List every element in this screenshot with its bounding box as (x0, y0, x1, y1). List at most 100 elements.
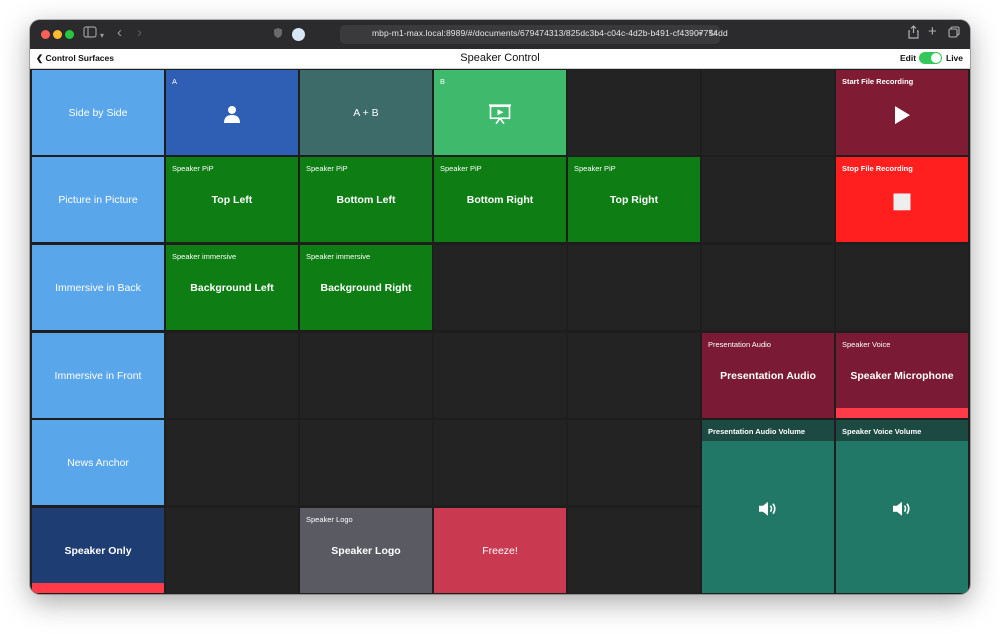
speaker-voice-volume-header: Speaker Voice Volume (836, 420, 968, 441)
pip-bottom-left-sublabel: Speaker PiP (306, 164, 348, 173)
empty-slot (434, 333, 566, 418)
side-by-side-button[interactable]: Side by Side (32, 70, 164, 155)
source-a-button[interactable]: A (166, 70, 298, 155)
empty-slot (300, 333, 432, 418)
pip-bottom-left-label: Bottom Left (336, 193, 396, 206)
toggle-knob (931, 53, 941, 63)
immersive-in-back-button[interactable]: Immersive in Back (32, 245, 164, 330)
empty-slot (568, 508, 700, 593)
edit-label: Edit (900, 53, 917, 63)
picture-in-picture-button[interactable]: Picture in Picture (32, 157, 164, 242)
empty-slot (568, 333, 700, 418)
speaker-volume-icon (758, 500, 778, 521)
browser-titlebar: ▾ ‹ › mbp-m1-max.local:8989/#/documents/… (30, 20, 970, 49)
stop-icon (893, 192, 911, 215)
speaker-logo-label: Speaker Logo (331, 544, 401, 557)
address-bar[interactable]: mbp-m1-max.local:8989/#/documents/679474… (292, 25, 728, 44)
person-icon (224, 104, 240, 127)
empty-slot (702, 157, 834, 242)
empty-slot (166, 420, 298, 505)
empty-slot (166, 508, 298, 593)
edit-live-toggle[interactable] (919, 52, 942, 64)
news-anchor-button[interactable]: News Anchor (32, 420, 164, 505)
privacy-shield-icon[interactable] (273, 27, 283, 43)
presentation-icon (489, 103, 511, 129)
source-a-label: A (172, 77, 178, 86)
presentation-audio-button[interactable]: Presentation Audio Presentation Audio (702, 333, 834, 418)
back-arrow-icon[interactable]: ‹ (117, 25, 122, 41)
pip-top-right-sublabel: Speaker PiP (574, 164, 616, 173)
freeze-label: Freeze! (482, 544, 518, 557)
background-left-sublabel: Speaker immersive (172, 252, 237, 261)
side-by-side-label: Side by Side (68, 106, 128, 119)
speaker-logo-sublabel: Speaker Logo (306, 515, 353, 524)
news-anchor-label: News Anchor (67, 456, 129, 469)
play-icon (894, 105, 910, 129)
background-right-sublabel: Speaker immersive (306, 252, 371, 261)
pip-top-left-sublabel: Speaker PiP (172, 164, 214, 173)
immersive-in-front-button[interactable]: Immersive in Front (32, 333, 164, 418)
pip-bottom-right-button[interactable]: Speaker PiP Bottom Right (434, 157, 566, 242)
speaker-logo-button[interactable]: Speaker Logo Speaker Logo (300, 508, 432, 593)
background-left-label: Background Left (190, 281, 274, 294)
source-b-button[interactable]: B (434, 70, 566, 155)
pip-bottom-left-button[interactable]: Speaker PiP Bottom Left (300, 157, 432, 242)
presentation-volume-label: Presentation Audio Volume (708, 427, 806, 436)
start-file-recording-button[interactable]: Start File Recording (836, 70, 968, 155)
page-title: Speaker Control (460, 52, 540, 64)
speaker-voice-volume-label: Speaker Voice Volume (842, 427, 922, 436)
minimize-window-button[interactable] (53, 30, 62, 39)
reload-icon[interactable]: ↻ (709, 28, 717, 39)
immersive-in-back-label: Immersive in Back (55, 281, 141, 294)
presentation-volume-header: Presentation Audio Volume (702, 420, 834, 441)
empty-slot (434, 420, 566, 505)
url-text[interactable]: mbp-m1-max.local:8989/#/documents/679474… (372, 28, 728, 38)
close-window-button[interactable] (41, 30, 50, 39)
empty-slot (568, 420, 700, 505)
speaker-volume-icon (892, 500, 912, 521)
pip-top-right-button[interactable]: Speaker PiP Top Right (568, 157, 700, 242)
active-indicator-bar (836, 408, 968, 418)
tab-overview-icon[interactable] (948, 26, 960, 42)
live-label: Live (946, 53, 964, 63)
presentation-audio-sublabel: Presentation Audio (708, 340, 771, 349)
empty-slot (568, 245, 700, 330)
background-right-label: Background Right (320, 281, 412, 294)
speaker-voice-volume-slider[interactable]: Speaker Voice Volume (836, 420, 968, 593)
empty-slot (300, 420, 432, 505)
browser-window: ▾ ‹ › mbp-m1-max.local:8989/#/documents/… (30, 20, 970, 594)
stop-file-recording-button[interactable]: Stop File Recording (836, 157, 968, 242)
app-header: ❮ Control Surfaces Speaker Control Edit … (30, 49, 970, 69)
freeze-button[interactable]: Freeze! (434, 508, 566, 593)
speaker-microphone-button[interactable]: Speaker Voice Speaker Microphone (836, 333, 968, 418)
empty-slot (702, 70, 834, 155)
a-plus-b-button[interactable]: A + B (300, 70, 432, 155)
pip-top-left-button[interactable]: Speaker PiP Top Left (166, 157, 298, 242)
extension-icon[interactable]: ⚭ (697, 29, 704, 38)
new-tab-icon[interactable]: + (928, 24, 937, 40)
share-icon[interactable] (908, 25, 919, 43)
speaker-only-label: Speaker Only (64, 544, 132, 557)
background-right-button[interactable]: Speaker immersive Background Right (300, 245, 432, 330)
pip-top-right-label: Top Right (609, 193, 659, 206)
presentation-audio-label: Presentation Audio (720, 369, 816, 382)
presentation-audio-volume-slider[interactable]: Presentation Audio Volume (702, 420, 834, 593)
site-favicon-icon (292, 28, 305, 41)
pip-bottom-right-label: Bottom Right (466, 193, 534, 206)
sidebar-toggle-icon[interactable] (83, 26, 97, 42)
zoom-window-button[interactable] (65, 30, 74, 39)
forward-arrow-icon[interactable]: › (137, 25, 142, 41)
immersive-in-front-label: Immersive in Front (54, 369, 142, 382)
empty-slot (836, 245, 968, 330)
picture-in-picture-label: Picture in Picture (58, 193, 138, 206)
pip-bottom-right-sublabel: Speaker PiP (440, 164, 482, 173)
speaker-microphone-label: Speaker Microphone (850, 369, 954, 382)
background-left-button[interactable]: Speaker immersive Background Left (166, 245, 298, 330)
start-recording-label: Start File Recording (842, 77, 914, 86)
chevron-down-icon[interactable]: ▾ (100, 28, 104, 44)
empty-slot (702, 245, 834, 330)
empty-slot (568, 70, 700, 155)
pip-top-left-label: Top Left (211, 193, 253, 206)
stop-recording-label: Stop File Recording (842, 164, 913, 173)
speaker-only-button[interactable]: Speaker Only (32, 508, 164, 593)
